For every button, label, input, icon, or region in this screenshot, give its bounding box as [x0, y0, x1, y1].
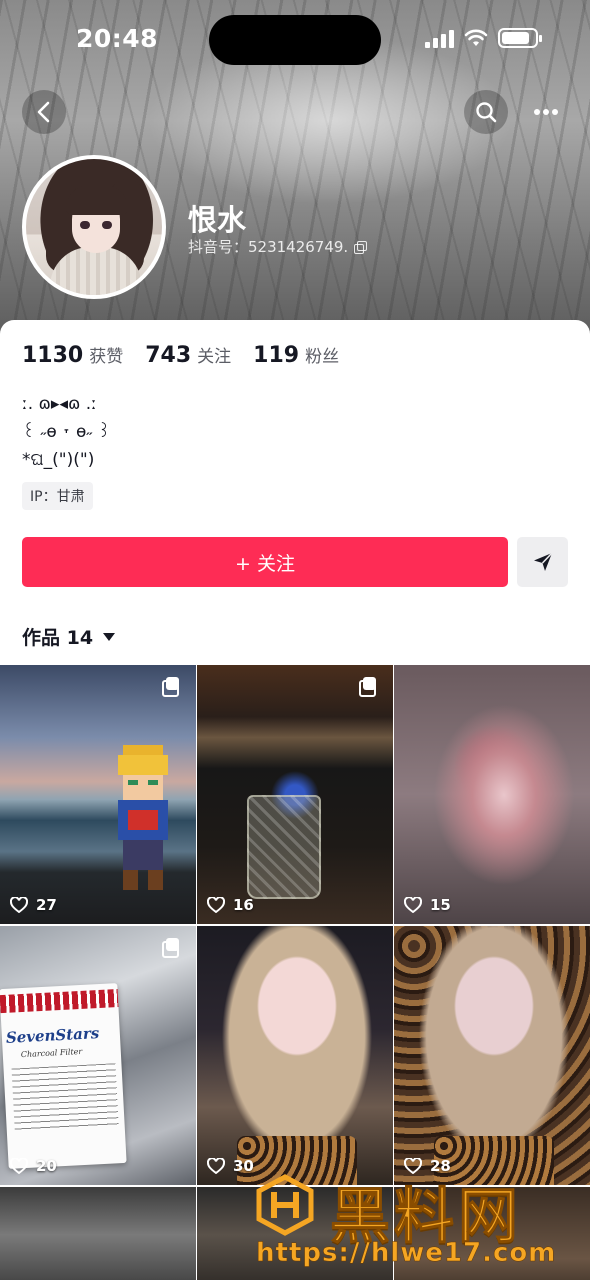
stat-followers-value: 119 [253, 343, 300, 368]
battery-fill [502, 32, 530, 44]
stat-likes[interactable]: 1130 获赞 [22, 342, 123, 368]
send-icon [533, 552, 553, 571]
post-tile[interactable]: 28 [394, 926, 590, 1185]
stat-followers[interactable]: 119 粉丝 [253, 342, 339, 368]
chevron-left-icon [37, 101, 50, 123]
back-button[interactable] [22, 90, 66, 134]
post-likes-count: 15 [430, 896, 451, 914]
search-button[interactable] [464, 90, 508, 134]
stat-followers-label: 粉丝 [305, 347, 340, 367]
status-icons [425, 28, 542, 48]
stats-row: 1130 获赞 743 关注 119 粉丝 [22, 342, 339, 368]
post-likes: 16 [207, 896, 254, 914]
ip-location-tag: IP：甘肃 [22, 482, 93, 510]
stat-following-value: 743 [145, 343, 192, 368]
heart-icon [207, 1158, 225, 1174]
bio-line-1: ː. ɷ▸◂ɷ .ː [22, 394, 97, 414]
post-tile[interactable]: 30 [197, 926, 393, 1185]
avatar[interactable] [22, 155, 166, 299]
share-button[interactable] [517, 537, 568, 587]
post-likes-count: 16 [233, 896, 254, 914]
douyin-id[interactable]: 抖音号：5231426749. [188, 236, 368, 257]
status-time: 20:48 [76, 24, 159, 53]
battery-icon [498, 28, 542, 48]
pack-subtitle: Charcoal Filter [20, 1046, 83, 1060]
pack-warning-text [11, 1063, 119, 1131]
stat-following[interactable]: 743 关注 [145, 342, 231, 368]
heart-icon [404, 897, 422, 913]
post-likes: 20 [10, 1157, 57, 1175]
bio-line-3: *ଘ_(")(") [22, 450, 95, 470]
more-button[interactable] [524, 90, 568, 134]
stat-likes-value: 1130 [22, 343, 84, 368]
pack-brand: SevenStars [5, 1024, 100, 1047]
pixel-character-illustration [118, 745, 168, 890]
multi-image-icon [162, 938, 180, 958]
username: 恨水 [188, 203, 247, 237]
profile-content: 1130 获赞 743 关注 119 粉丝 ː. ɷ▸◂ɷ .ː ꒰ ˶ɵ ˕ … [0, 320, 590, 1280]
bio-line-2: ꒰ ˶ɵ ˕ ɵ˶ ꒱ [22, 422, 111, 442]
stat-likes-label: 获赞 [89, 347, 124, 367]
post-likes-count: 20 [36, 1157, 57, 1175]
avatar-eye-right [102, 221, 112, 229]
post-tile[interactable]: SevenStars Charcoal Filter 20 [0, 926, 196, 1185]
bio: ː. ɷ▸◂ɷ .ː ꒰ ˶ɵ ˕ ɵ˶ ꒱ *ଘ_(")(") [22, 390, 111, 474]
follow-button[interactable]: + 关注 [22, 537, 508, 587]
dropdown-triangle-icon [103, 632, 116, 641]
post-likes: 15 [404, 896, 451, 914]
tab-works[interactable]: 作品 14 [22, 623, 116, 650]
search-icon [476, 102, 497, 123]
avatar-eye-left [80, 221, 90, 229]
post-tile[interactable] [0, 1187, 196, 1280]
multi-image-icon [359, 677, 377, 697]
heart-icon [10, 897, 28, 913]
douyin-id-text: 抖音号：5231426749. [188, 238, 349, 256]
glass-illustration [247, 795, 321, 899]
tab-works-label: 作品 14 [22, 627, 94, 649]
watermark: 黑料网 https://hlwe17.com [250, 1168, 590, 1280]
heart-icon [10, 1158, 28, 1174]
watermark-url: https://hlwe17.com [256, 1238, 557, 1269]
status-bar: 20:48 [0, 0, 590, 80]
wifi-icon [464, 29, 488, 46]
avatar-bangs [66, 185, 128, 215]
heart-icon [207, 897, 225, 913]
pack-band [0, 989, 119, 1014]
post-likes-count: 27 [36, 896, 57, 914]
stat-following-label: 关注 [197, 347, 232, 367]
watermark-logo-icon [256, 1174, 314, 1236]
post-likes: 27 [10, 896, 57, 914]
dynamic-island [209, 15, 381, 65]
post-tile[interactable]: 27 [0, 665, 196, 924]
post-tile[interactable]: 16 [197, 665, 393, 924]
post-tile[interactable]: 15 [394, 665, 590, 924]
more-dots-icon [534, 109, 558, 115]
copy-icon[interactable] [354, 240, 368, 254]
profile-header: 20:48 恨水 抖音号：5231426749. [0, 0, 590, 345]
signal-icon [425, 28, 454, 48]
cigarette-pack-illustration: SevenStars Charcoal Filter [0, 983, 127, 1169]
post-likes: 30 [207, 1157, 254, 1175]
multi-image-icon [162, 677, 180, 697]
